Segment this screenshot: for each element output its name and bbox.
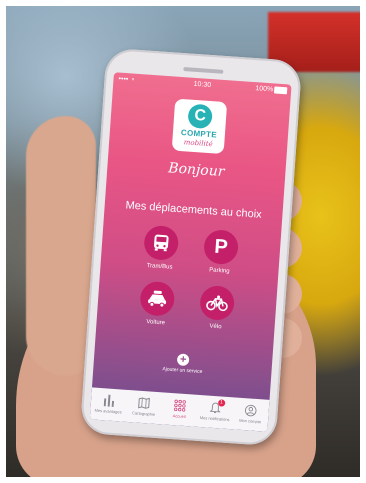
service-label: Vélo [209,323,222,331]
phone-speaker [183,67,224,74]
tab-label: Mes notifications [199,415,230,423]
service-label: Parking [209,267,230,275]
service-parking[interactable]: P Parking [189,228,252,276]
add-service-button[interactable]: + Ajouter un service [93,348,272,380]
tab-label: Accueil [172,413,186,420]
map-icon [126,390,163,410]
battery-level: 100% [255,84,274,93]
service-voiture[interactable]: Voiture [125,280,188,328]
parking-icon: P [202,228,240,266]
tab-accueil[interactable]: Accueil [161,392,199,426]
greeting-text: Bonjour [167,160,225,181]
service-tram-bus[interactable]: Tram/Bus [129,224,192,272]
bars-icon [91,387,128,407]
tab-bar: Mes avantages Cartographie Accueil 1 Mes… [89,387,270,432]
tab-label: Mon compte [239,417,262,425]
app-screen: •••• ◔ 10:30 100% C COMPTE mobilité Bonj… [89,72,292,432]
plus-icon: + [176,353,190,367]
phone-device: •••• ◔ 10:30 100% C COMPTE mobilité Bonj… [79,47,303,447]
headline-text: Mes déplacements au choix [125,199,263,221]
service-label: Tram/Bus [146,262,173,271]
user-icon [233,397,270,417]
app-logo: C COMPTE mobilité [171,98,228,155]
logo-letter: C [187,103,213,130]
tab-mes-avantages[interactable]: Mes avantages [90,387,128,421]
grid-icon [162,392,199,412]
tab-mon-compte[interactable]: Mon compte [232,397,270,431]
bell-icon [197,395,234,415]
car-icon [139,280,176,317]
bicycle-icon [199,284,236,322]
tab-label: Mes avantages [94,407,122,415]
tab-mes-notifications[interactable]: 1 Mes notifications [196,395,234,429]
tab-label: Cartographie [131,410,156,417]
service-label: Voiture [146,319,166,327]
status-bar: •••• ◔ 10:30 100% [113,72,291,96]
service-velo[interactable]: Vélo [185,284,248,332]
tab-cartographie[interactable]: Cartographie [125,390,163,424]
notification-badge: 1 [217,399,226,407]
bus-icon [143,224,180,262]
battery-icon [273,86,288,95]
